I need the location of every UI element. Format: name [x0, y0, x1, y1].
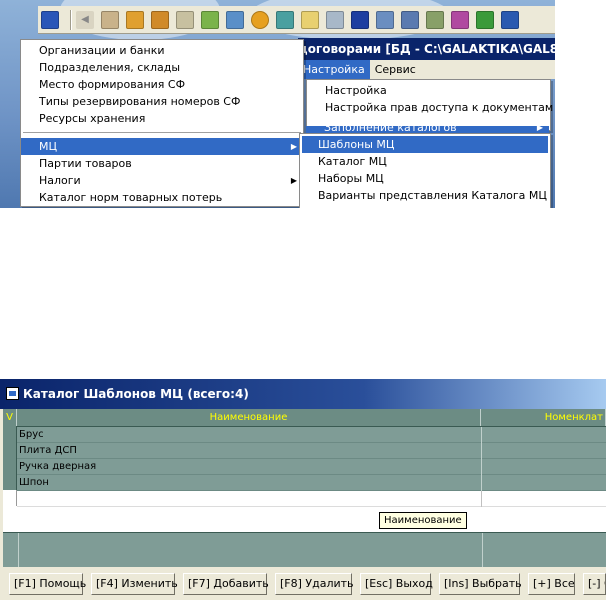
toolbar-separator: [70, 9, 72, 30]
menu-item-taxes[interactable]: Налоги ▶: [21, 172, 303, 189]
menu-item-batches[interactable]: Партии товаров: [21, 155, 303, 172]
arrow-left-icon[interactable]: ◀: [76, 10, 94, 29]
book-icon[interactable]: [376, 10, 394, 29]
menu-item-orgs[interactable]: Организации и банки: [21, 42, 303, 59]
chevron-right-icon: ▶: [290, 176, 297, 185]
window-icon: [6, 387, 19, 400]
folder-open-icon[interactable]: [151, 10, 169, 29]
window-title-fragment: договорами [БД - C:\GALAKTIKA\GAL810: [298, 38, 555, 60]
column-header-v[interactable]: V: [3, 409, 17, 426]
table-row[interactable]: Ручка дверная: [17, 459, 606, 475]
main-menu: Организации и банки Подразделения, склад…: [20, 39, 304, 207]
settings-menu: Настройка Настройка прав доступа к докум…: [306, 79, 553, 131]
tools-icon[interactable]: [176, 10, 194, 29]
folder-icon[interactable]: [126, 10, 144, 29]
grid-header: V Наименование Номенклат: [3, 409, 606, 427]
exit-button[interactable]: [Esc] Выход: [360, 573, 433, 595]
menu-servis[interactable]: Сервис: [370, 60, 421, 79]
table-row[interactable]: Брус: [17, 427, 606, 443]
pen-icon[interactable]: [476, 10, 494, 29]
row-gutter: [3, 426, 17, 490]
grid-lower-pane: [3, 532, 606, 567]
row-gutter-empty: [3, 490, 17, 506]
table-row[interactable]: Шпон: [17, 475, 606, 491]
user-icon[interactable]: [226, 10, 244, 29]
column-tooltip: Наименование: [379, 512, 467, 529]
sun-icon[interactable]: [251, 10, 269, 29]
table-icon[interactable]: [501, 10, 519, 29]
table-row-empty[interactable]: [17, 491, 606, 507]
chart-icon[interactable]: [426, 10, 444, 29]
deselect-button[interactable]: [-] С: [583, 573, 606, 595]
menu-item-access-rights[interactable]: Настройка прав доступа к документам: [307, 99, 553, 116]
chevron-right-icon: ▶: [536, 126, 543, 132]
column-header-nomenclature[interactable]: Номенклат: [481, 409, 606, 426]
edit-button[interactable]: [F4] Изменить: [91, 573, 178, 595]
delete-button[interactable]: [F8] Удалить: [275, 573, 354, 595]
menu-item-nastroyka[interactable]: Настройка: [307, 82, 550, 99]
menu-item-mc-sets[interactable]: Наборы МЦ: [300, 170, 550, 187]
select-all-button[interactable]: [+] Все: [528, 573, 575, 595]
catalog-window-title: Каталог Шаблонов МЦ (всего:4): [23, 387, 249, 401]
table-row[interactable]: Плита ДСП: [17, 443, 606, 459]
catalog-window: Каталог Шаблонов МЦ (всего:4) V Наименов…: [0, 379, 606, 600]
catalog-window-titlebar: Каталог Шаблонов МЦ (всего:4): [0, 379, 606, 409]
menu-item-sf-reserve[interactable]: Типы резервирования номеров СФ: [21, 93, 303, 110]
menu-item-sf-place[interactable]: Место формирования СФ: [21, 76, 303, 93]
menu-item-storage[interactable]: Ресурсы хранения: [21, 110, 303, 127]
help-button[interactable]: [F1] Помощь: [9, 573, 86, 595]
select-button[interactable]: [Ins] Выбрать: [439, 573, 522, 595]
window-title-text: договорами [БД - C:\GALAKTIKA\GAL810: [298, 42, 555, 56]
chevron-right-icon: ▶: [290, 142, 297, 151]
menu-item-mc-catalog[interactable]: Каталог МЦ: [300, 153, 550, 170]
column-header-name[interactable]: Наименование: [17, 409, 481, 426]
add-button[interactable]: [F7] Добавить: [183, 573, 269, 595]
app-logo-icon[interactable]: [41, 10, 59, 29]
function-key-bar: [F1] Помощь [F4] Изменить [F7] Добавить …: [0, 568, 606, 600]
monitor-icon[interactable]: [351, 10, 369, 29]
document-icon[interactable]: [101, 10, 119, 29]
menu-item-mc-views[interactable]: Варианты представления Каталога МЦ: [300, 187, 550, 204]
menu-item-divisions[interactable]: Подразделения, склады: [21, 59, 303, 76]
menu-separator: [23, 132, 301, 133]
form-icon[interactable]: [401, 10, 419, 29]
menu-nastroyka[interactable]: Настройка: [298, 60, 370, 79]
menu-item-losses-catalog[interactable]: Каталог норм товарных потерь: [21, 189, 303, 206]
mc-submenu: Шаблоны МЦ Каталог МЦ Наборы МЦ Варианты…: [299, 133, 551, 208]
settings-icon[interactable]: [451, 10, 469, 29]
refresh-icon[interactable]: [201, 10, 219, 29]
menu-item-mc-templates[interactable]: Шаблоны МЦ: [302, 136, 548, 153]
calculator-icon[interactable]: [301, 10, 319, 29]
network-icon[interactable]: [276, 10, 294, 29]
menubar: Настройка Сервис: [298, 60, 555, 79]
menu-item-mc[interactable]: МЦ ▶: [21, 138, 303, 155]
desktop-fragment: ◀ договорами [БД - C:\GALAKTIKA\GAL810 Н…: [0, 0, 555, 208]
toolbar: ◀: [38, 6, 555, 34]
printer-icon[interactable]: [326, 10, 344, 29]
